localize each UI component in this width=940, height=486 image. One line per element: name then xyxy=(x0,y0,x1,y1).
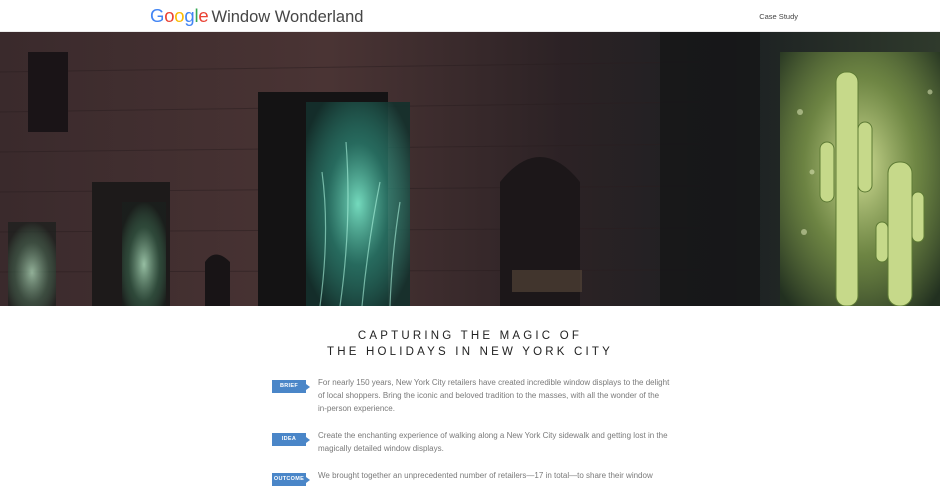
google-logo: Google xyxy=(150,5,209,27)
brief-tag: BRIEF xyxy=(272,380,310,393)
window-left xyxy=(122,202,166,306)
hero-image xyxy=(0,32,940,306)
google-logo-letter-o2: o xyxy=(174,5,185,26)
google-logo-letter-o1: o xyxy=(164,5,175,26)
window-far-left xyxy=(8,222,56,306)
google-logo-letter-g2: g xyxy=(184,5,195,26)
brief-text: For nearly 150 years, New York City reta… xyxy=(318,378,670,413)
idea-text: Create the enchanting experience of walk… xyxy=(318,431,668,453)
site-title: Window Wonderland xyxy=(211,8,364,26)
headline-line-1: CAPTURING THE MAGIC OF xyxy=(357,330,583,342)
window-center xyxy=(306,102,410,306)
site-header: Google Window Wonderland Case Study xyxy=(0,0,940,32)
google-logo-letter-g: G xyxy=(150,5,165,26)
window-far-left-top xyxy=(28,52,68,132)
nav-case-study-link[interactable]: Case Study xyxy=(759,12,798,21)
arch-small xyxy=(205,254,230,306)
google-logo-letter-e: e xyxy=(198,5,209,26)
idea-tag: IDEA xyxy=(272,433,310,446)
hero-storefront-illustration xyxy=(0,32,940,306)
doorway-sign xyxy=(512,270,582,292)
brand-logo[interactable]: Google Window Wonderland xyxy=(150,5,363,27)
building-column xyxy=(660,32,760,306)
outcome-text: We brought together an unprecedented num… xyxy=(318,471,653,480)
headline-line-2: THE HOLIDAYS IN NEW YORK CITY xyxy=(327,346,613,358)
